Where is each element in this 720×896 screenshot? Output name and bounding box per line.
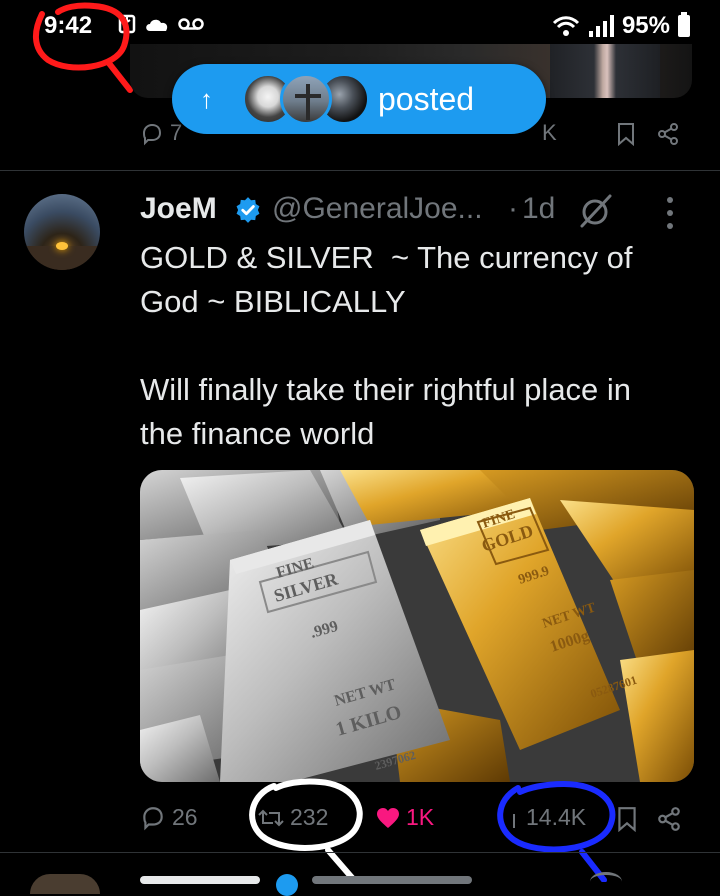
post-media-image[interactable]: FINE SILVER .999 NET WT 1 KILO 2397062 F…: [140, 470, 694, 782]
verified-badge-icon: [236, 197, 260, 223]
cloud-icon: [146, 19, 168, 31]
like-count: 1K: [406, 804, 435, 830]
status-right: 95%: [552, 12, 690, 40]
reply-icon: [143, 806, 163, 830]
previous-reply-count: 7: [170, 120, 183, 145]
post-text: GOLD & SILVER ~ The currency of God ~ BI…: [140, 240, 633, 451]
previous-views-count: K: [542, 120, 557, 145]
previous-post-image-figure: [550, 44, 660, 98]
author-name[interactable]: JoeM: [140, 192, 217, 226]
like-button[interactable]: 1K: [376, 804, 434, 831]
post-age[interactable]: · 1d: [508, 192, 555, 226]
heart-icon: [377, 807, 399, 828]
next-post-name: [140, 876, 260, 884]
avatar-flame: [56, 242, 68, 250]
avatar: [280, 73, 332, 125]
signal-icon: [588, 15, 614, 37]
author-avatar[interactable]: [24, 194, 100, 270]
reply-icon[interactable]: [140, 122, 164, 146]
grok-icon[interactable]: [576, 192, 614, 230]
posted-label: posted: [378, 80, 475, 117]
verified-badge-icon: [276, 874, 298, 896]
bookmark-icon[interactable]: [616, 122, 636, 146]
voicemail-icon: [178, 18, 204, 30]
more-options-icon[interactable]: [664, 196, 676, 230]
next-post-partial[interactable]: [0, 858, 720, 896]
gold-silver-bars-image: FINE SILVER .999 NET WT 1 KILO 2397062 F…: [140, 470, 694, 782]
post-age-value: 1d: [522, 192, 556, 225]
share-icon[interactable]: [656, 806, 682, 832]
reply-count: 26: [172, 804, 198, 830]
new-posts-pill[interactable]: ↑ posted: [172, 64, 546, 134]
red-annotation-circle: [33, 2, 133, 93]
next-post-handle: [312, 876, 472, 884]
pill-avatars: [242, 73, 370, 125]
author-handle[interactable]: @GeneralJoe...: [272, 192, 483, 226]
arrow-up-icon: ↑: [200, 83, 213, 114]
reply-button[interactable]: 26: [140, 804, 198, 831]
post-divider: [0, 170, 720, 171]
battery-icon: [678, 12, 690, 37]
post-divider: [0, 852, 720, 853]
wifi-icon: [552, 16, 580, 36]
battery-percent: 95%: [621, 12, 670, 39]
post-age-separator: ·: [508, 192, 518, 225]
avatar: [30, 874, 100, 894]
share-icon[interactable]: [656, 122, 680, 146]
